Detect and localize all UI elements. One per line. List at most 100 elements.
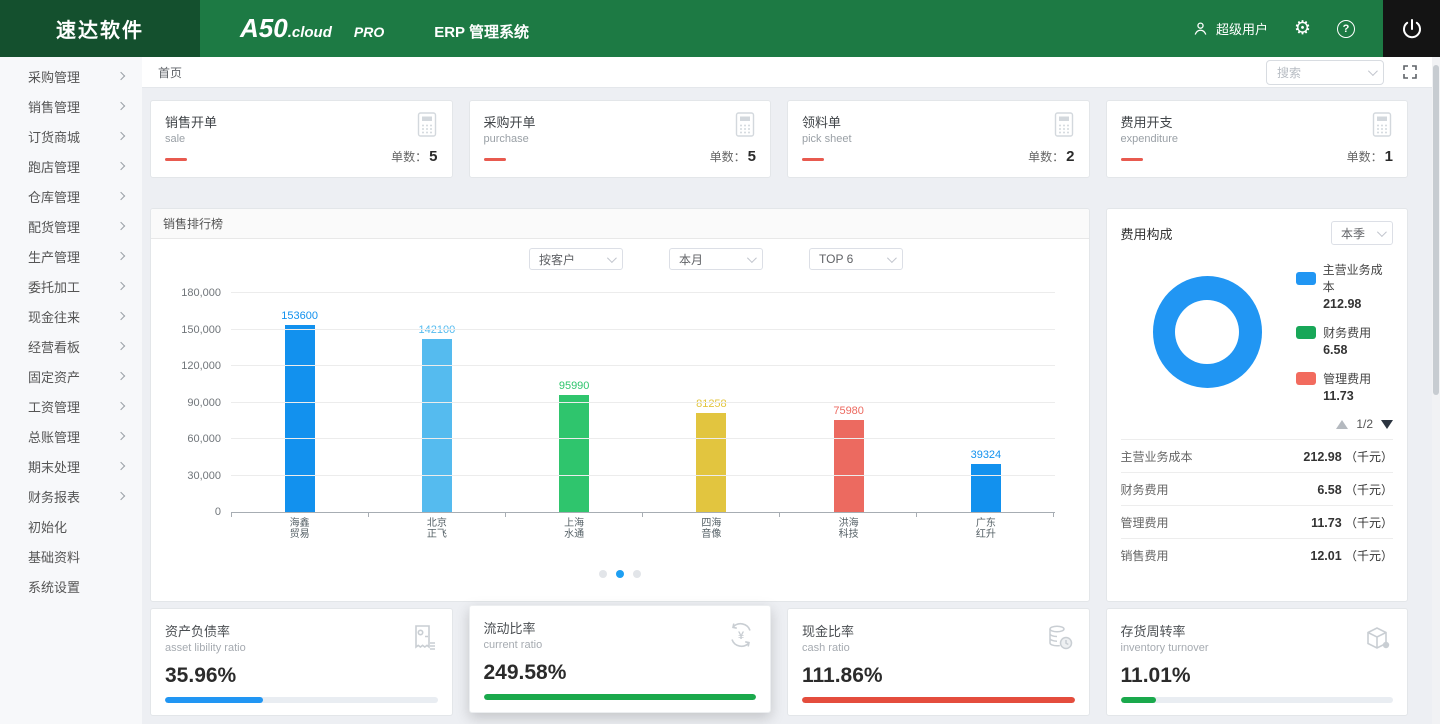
bar[interactable]	[559, 395, 589, 512]
bar[interactable]	[971, 464, 1001, 512]
sidebar-item-订货商城[interactable]: 订货商城	[0, 121, 142, 151]
settings-icon[interactable]: ⚙	[1294, 19, 1311, 38]
sidebar-item-label: 委托加工	[28, 277, 80, 296]
tick	[780, 513, 917, 517]
filter-select[interactable]: TOP 6	[809, 248, 903, 270]
x-label-line: 音像	[643, 529, 780, 540]
y-axis-label: 180,000	[181, 287, 221, 299]
sidebar-item-初始化[interactable]: 初始化	[0, 511, 142, 541]
kpi-cards-row: 资产负债率 asset libility ratio 35.96% 流动比率 c…	[150, 608, 1408, 712]
sidebar-item-委托加工[interactable]: 委托加工	[0, 271, 142, 301]
expense-amount: 212.98	[1303, 450, 1341, 464]
carousel-dot[interactable]	[599, 570, 607, 578]
sidebar-item-生产管理[interactable]: 生产管理	[0, 241, 142, 271]
x-label-line: 贸易	[231, 529, 368, 540]
sidebar-item-经营看板[interactable]: 经营看板	[0, 331, 142, 361]
carousel-dot[interactable]	[633, 570, 641, 578]
sidebar-item-工资管理[interactable]: 工资管理	[0, 391, 142, 421]
user-menu[interactable]: 超级用户	[1192, 19, 1268, 38]
chevron-down-icon	[747, 253, 757, 263]
breadcrumb[interactable]: 首页	[158, 64, 182, 81]
sidebar-item-配货管理[interactable]: 配货管理	[0, 211, 142, 241]
carousel-dot[interactable]	[616, 570, 624, 578]
sidebar-item-系统设置[interactable]: 系统设置	[0, 571, 142, 601]
kpi-card-current-ratio[interactable]: 流动比率 current ratio ¥ 249.58%	[469, 605, 772, 713]
kpi-card-inventory-turnover[interactable]: 存货周转率 inventory turnover 11.01%	[1106, 608, 1409, 716]
logout-button[interactable]	[1383, 0, 1440, 57]
progress-fill	[165, 697, 263, 703]
stat-card-sale[interactable]: 销售开单 sale 单数：5	[150, 100, 453, 178]
bar-value-label: 95990	[559, 380, 590, 392]
sidebar-item-label: 采购管理	[28, 67, 80, 86]
bar[interactable]	[834, 420, 864, 512]
sidebar-item-跑店管理[interactable]: 跑店管理	[0, 151, 142, 181]
accent-dash	[802, 158, 824, 161]
x-axis-label: 北京正飞	[368, 518, 505, 540]
filter-select[interactable]: 按客户	[529, 248, 623, 270]
bar-value-label: 142100	[419, 324, 456, 336]
search-input[interactable]: 搜索	[1266, 60, 1384, 85]
kpi-title: 存货周转率	[1121, 621, 1394, 640]
sidebar-item-总账管理[interactable]: 总账管理	[0, 421, 142, 451]
kpi-card-cash-ratio[interactable]: 现金比率 cash ratio 111.86%	[787, 608, 1090, 716]
sidebar-item-基础资料[interactable]: 基础资料	[0, 541, 142, 571]
bar[interactable]	[696, 413, 726, 512]
pager-up-icon[interactable]	[1336, 420, 1348, 429]
product-edition: PRO	[354, 24, 384, 40]
scrollbar-thumb[interactable]	[1433, 65, 1439, 395]
stat-card-purchase[interactable]: 采购开单 purchase 单数：5	[469, 100, 772, 178]
chevron-right-icon	[117, 402, 125, 410]
legend-label: 财务费用	[1323, 324, 1371, 341]
calculator-icon	[1051, 111, 1077, 143]
bar[interactable]	[285, 325, 315, 512]
sidebar-item-固定资产[interactable]: 固定资产	[0, 361, 142, 391]
chevron-down-icon	[607, 253, 617, 263]
sidebar-item-财务报表[interactable]: 财务报表	[0, 481, 142, 511]
x-axis-label: 广东红升	[917, 518, 1054, 540]
pager-down-icon[interactable]	[1381, 420, 1393, 429]
filter-value: TOP 6	[819, 252, 853, 266]
stat-card-expenditure[interactable]: 费用开支 expenditure 单数：1	[1106, 100, 1409, 178]
kpi-title: 资产负债率	[165, 621, 438, 640]
help-icon[interactable]: ?	[1337, 20, 1355, 38]
dashboard: 销售开单 sale 单数：5 采购开单 purchase 单数：5 领料单 pi…	[142, 88, 1432, 724]
chevron-right-icon	[117, 432, 125, 440]
chevron-right-icon	[117, 372, 125, 380]
sidebar-menu: 采购管理销售管理订货商城跑店管理仓库管理配货管理生产管理委托加工现金往来经营看板…	[0, 61, 142, 601]
charts-row: 销售排行榜 按客户本月TOP 6 15360014210095990812587…	[150, 208, 1408, 602]
kpi-value: 249.58%	[484, 661, 757, 685]
cash-cycle-icon: ¥	[726, 620, 756, 655]
y-axis-label: 150,000	[181, 324, 221, 336]
legend-line: 主营业务成本	[1296, 261, 1393, 295]
period-select[interactable]: 本季	[1331, 221, 1393, 245]
sidebar-item-销售管理[interactable]: 销售管理	[0, 91, 142, 121]
chevron-right-icon	[117, 72, 125, 80]
chevron-right-icon	[117, 162, 125, 170]
stat-card-pick-sheet[interactable]: 领料单 pick sheet 单数：2	[787, 100, 1090, 178]
x-label-line: 正飞	[368, 529, 505, 540]
progress-fill	[484, 694, 757, 700]
calculator-icon	[732, 111, 758, 143]
kpi-card-asset-liability-ratio[interactable]: 资产负债率 asset libility ratio 35.96%	[150, 608, 453, 716]
filter-select[interactable]: 本月	[669, 248, 763, 270]
coins-icon	[1045, 623, 1075, 658]
bar-chart: 15360014210095990812587598039324 180,000…	[231, 293, 1055, 513]
panel-title: 费用构成	[1121, 224, 1173, 243]
product-name: A50	[240, 13, 288, 44]
vertical-scrollbar[interactable]	[1432, 57, 1440, 724]
expense-row: 销售费用12.01 （千元）	[1121, 538, 1394, 571]
sidebar-item-仓库管理[interactable]: 仓库管理	[0, 181, 142, 211]
kpi-subtitle: asset libility ratio	[165, 642, 438, 654]
sidebar-item-现金往来[interactable]: 现金往来	[0, 301, 142, 331]
product-brand: A50 .cloud PRO ERP 管理系统	[240, 13, 529, 44]
legend-label: 主营业务成本	[1323, 261, 1393, 295]
sidebar-item-期末处理[interactable]: 期末处理	[0, 451, 142, 481]
bar-column: 142100	[368, 293, 505, 512]
sidebar-item-label: 系统设置	[28, 577, 80, 596]
username: 超级用户	[1216, 19, 1268, 38]
fullscreen-icon[interactable]	[1402, 64, 1418, 80]
sidebar-item-采购管理[interactable]: 采购管理	[0, 61, 142, 91]
bar-value-label: 81258	[696, 398, 727, 410]
app-logo[interactable]: 速达软件	[0, 0, 200, 57]
kpi-title: 流动比率	[484, 618, 757, 637]
